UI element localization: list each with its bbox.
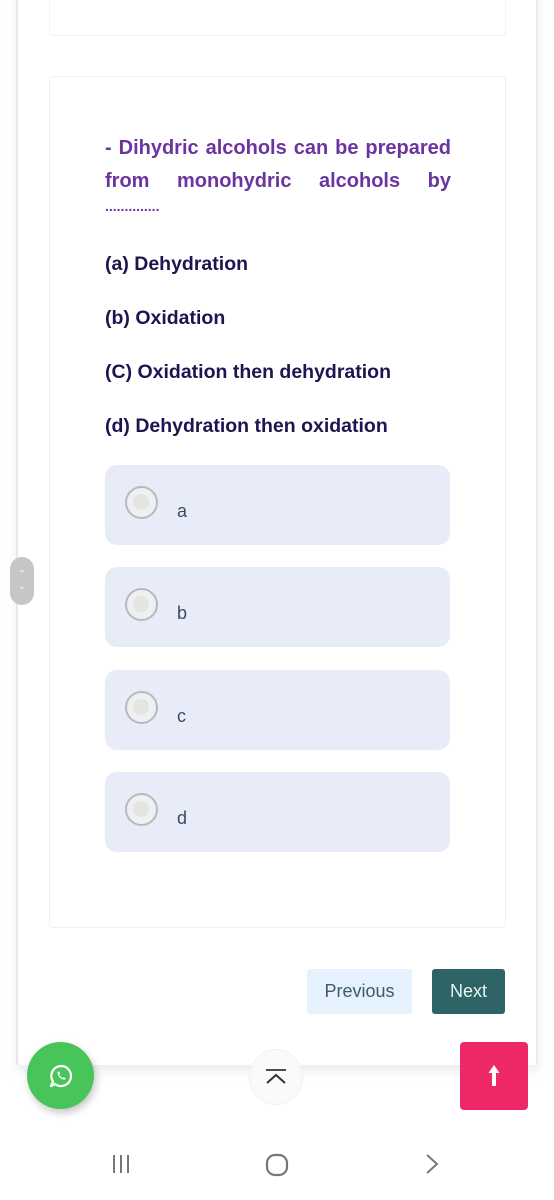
choice-d-text: (d) Dehydration then oxidation [105,415,388,437]
option-label: b [177,603,188,623]
recents-icon [113,1155,129,1173]
question-text: - Dihydric alcohols can be prepared from… [105,137,451,192]
whatsapp-icon [49,1064,72,1087]
previous-card [49,0,506,36]
choice-a-text: (a) Dehydration [105,253,249,275]
option-label: d [177,808,188,828]
back-icon [426,1154,439,1174]
home-icon [265,1153,289,1177]
option-b[interactable]: b [105,567,450,647]
whatsapp-button[interactable] [27,1042,94,1109]
quiz-page: - Dihydric alcohols can be prepared from… [0,0,554,1200]
next-button[interactable]: Next [432,969,505,1014]
question-blank: .............. [105,198,160,214]
back-button[interactable] [424,1153,440,1180]
collapse-button[interactable] [249,1049,303,1105]
choice-b-text: (b) Oxidation [105,307,226,329]
radio-button[interactable] [125,691,158,724]
chevron-up-bar-icon [266,1069,286,1084]
option-label: a [177,501,188,521]
side-scroll-handle[interactable]: ⌃ ⌄ [10,557,34,605]
chevron-down-icon: ⌄ [17,581,27,592]
option-label: c [177,706,186,726]
choice-c-text: (C) Oxidation then dehydration [105,361,391,383]
option-a[interactable]: a [105,465,450,545]
radio-button[interactable] [125,486,158,519]
option-c[interactable]: c [105,670,450,750]
recents-button[interactable] [111,1153,131,1180]
arrow-up-icon [488,1065,500,1086]
radio-button[interactable] [125,793,158,826]
radio-button[interactable] [125,588,158,621]
system-navigation-bar [0,1135,554,1200]
option-d[interactable]: d [105,772,450,852]
chevron-up-icon: ⌃ [17,569,27,580]
home-button[interactable] [265,1153,289,1182]
scroll-to-top-button[interactable] [460,1042,528,1110]
previous-button[interactable]: Previous [307,969,412,1014]
